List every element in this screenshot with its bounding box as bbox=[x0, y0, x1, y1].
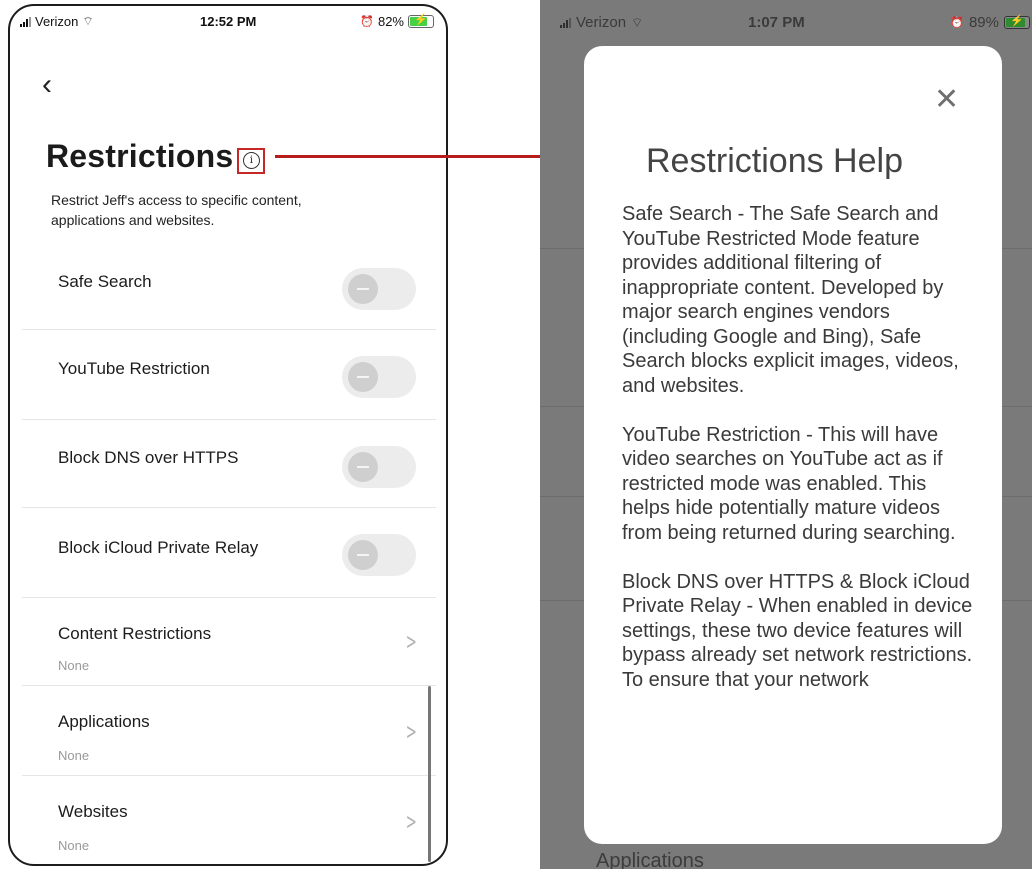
list-item-value: None bbox=[58, 748, 90, 763]
carrier-indicator: Verizon ⌔ bbox=[560, 14, 643, 31]
toggle-row-dns: Block DNS over HTTPS bbox=[22, 420, 436, 508]
battery-percent: 89% bbox=[968, 14, 999, 31]
battery-icon: ⚡ bbox=[408, 14, 434, 28]
battery-percent: 82% bbox=[377, 14, 404, 29]
chevron-right-icon: > bbox=[405, 810, 417, 835]
toggle-label: Block DNS over HTTPS bbox=[58, 448, 239, 467]
charging-icon: ⚡ bbox=[1010, 15, 1024, 27]
info-highlight-box: i bbox=[237, 147, 266, 174]
close-button[interactable]: ✕ bbox=[934, 82, 959, 117]
battery-indicator: ⏰ 82% ⚡ bbox=[360, 14, 434, 29]
block-dns-toggle[interactable] bbox=[342, 446, 416, 488]
toggle-knob bbox=[348, 362, 378, 392]
restrictions-screen: Verizon ⌔ 12:52 PM ⏰ 82% ⚡ ‹ Restriction… bbox=[8, 4, 448, 866]
signal-icon bbox=[20, 16, 31, 27]
list-item-value: None bbox=[58, 658, 90, 673]
alarm-icon: ⏰ bbox=[950, 17, 964, 29]
help-paragraph-youtube: YouTube Restriction - This will have vid… bbox=[622, 423, 956, 544]
toggle-knob bbox=[348, 452, 378, 482]
block-icloud-relay-toggle[interactable] bbox=[342, 534, 416, 576]
scrollbar[interactable] bbox=[428, 686, 431, 862]
back-button[interactable]: ‹ bbox=[42, 70, 52, 100]
wifi-icon: ⌔ bbox=[82, 14, 94, 28]
help-paragraph-safe-search: Safe Search - The Safe Search and YouTub… bbox=[622, 203, 959, 397]
toggle-knob bbox=[348, 274, 378, 304]
modal-body[interactable]: Safe Search - The Safe Search and YouTub… bbox=[622, 202, 978, 717]
toggle-label: Safe Search bbox=[58, 272, 152, 291]
youtube-restriction-toggle[interactable] bbox=[342, 356, 416, 398]
toggle-row-youtube: YouTube Restriction bbox=[22, 330, 436, 420]
toggle-row-safe-search: Safe Search bbox=[22, 242, 436, 330]
status-time: 1:07 PM bbox=[748, 14, 805, 31]
toggle-row-icloud: Block iCloud Private Relay bbox=[22, 508, 436, 598]
title-row: Restrictions i bbox=[46, 138, 266, 175]
list-item-websites[interactable]: Websites None > bbox=[22, 776, 436, 864]
modal-title: Restrictions Help bbox=[646, 142, 903, 180]
list-item-value: None bbox=[58, 838, 90, 853]
safe-search-toggle[interactable] bbox=[342, 268, 416, 310]
toggle-label: YouTube Restriction bbox=[58, 359, 210, 378]
chevron-right-icon: > bbox=[405, 720, 417, 745]
chevron-right-icon: > bbox=[405, 630, 417, 655]
list-item-label: Content Restrictions bbox=[58, 624, 212, 643]
toggle-label: Block iCloud Private Relay bbox=[58, 538, 259, 557]
help-modal: ✕ Restrictions Help Safe Search - The Sa… bbox=[584, 46, 1002, 844]
page-subtitle: Restrict Jeff's access to specific conte… bbox=[51, 192, 302, 228]
charging-icon: ⚡ bbox=[414, 14, 428, 26]
signal-icon bbox=[560, 17, 571, 28]
help-paragraph-dns-icloud: Block DNS over HTTPS & Block iCloud Priv… bbox=[622, 570, 973, 691]
list-item-content-restrictions[interactable]: Content Restrictions None > bbox=[22, 598, 436, 686]
info-icon[interactable]: i bbox=[242, 152, 260, 169]
list-item-label: Websites bbox=[58, 802, 128, 821]
restrictions-help-screen: Verizon ⌔ 1:07 PM ⏰ 89% ⚡ Applications ✕… bbox=[540, 0, 1032, 869]
carrier-name: Verizon bbox=[35, 14, 79, 29]
status-bar: Verizon ⌔ 12:52 PM ⏰ 82% ⚡ bbox=[10, 6, 446, 38]
list-item-label: Applications bbox=[58, 712, 150, 731]
list-item-applications[interactable]: Applications None > bbox=[22, 686, 436, 776]
carrier-name: Verizon bbox=[576, 14, 627, 31]
battery-icon: ⚡ bbox=[1004, 15, 1030, 29]
battery-indicator: ⏰ 89% ⚡ bbox=[950, 14, 1030, 31]
toggle-knob bbox=[348, 540, 378, 570]
wifi-icon: ⌔ bbox=[631, 14, 644, 30]
alarm-icon: ⏰ bbox=[360, 16, 374, 28]
background-applications-label: Applications bbox=[596, 850, 704, 869]
carrier-indicator: Verizon ⌔ bbox=[20, 14, 94, 29]
status-time: 12:52 PM bbox=[200, 14, 257, 29]
page-title: Restrictions bbox=[46, 138, 234, 174]
status-bar: Verizon ⌔ 1:07 PM ⏰ 89% ⚡ bbox=[540, 0, 1032, 40]
